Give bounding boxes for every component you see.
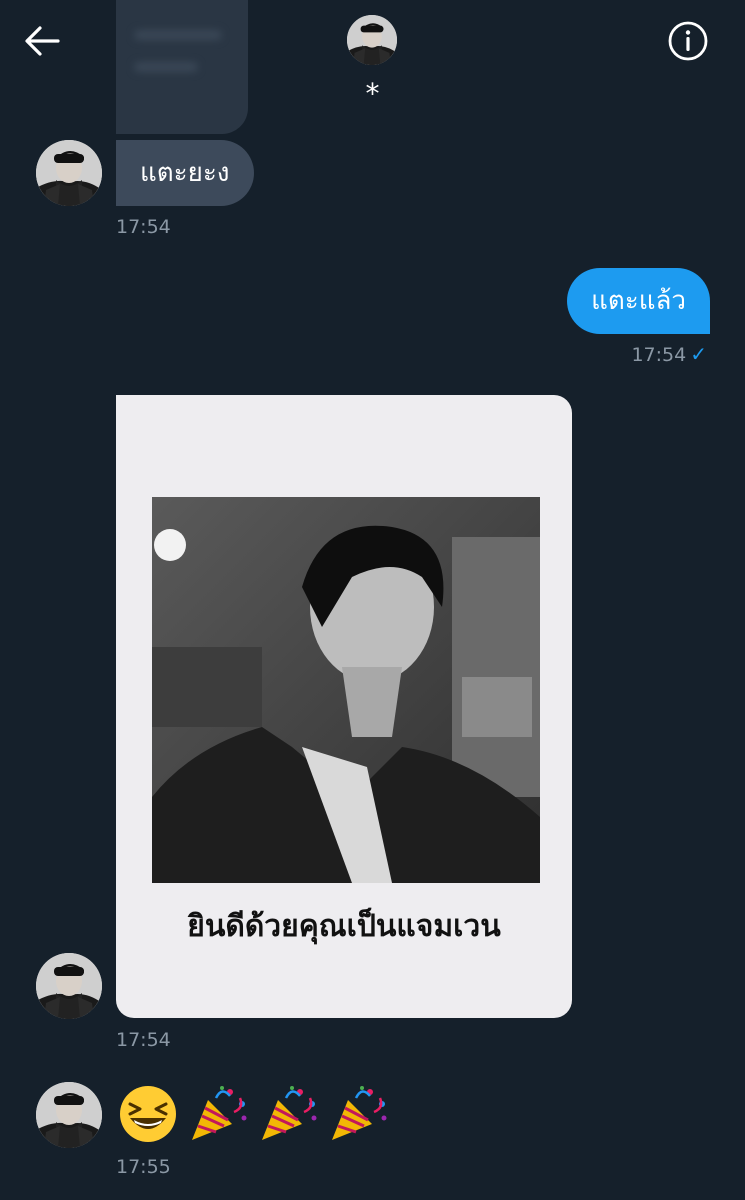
back-button[interactable] <box>22 22 62 60</box>
previous-message-bubble <box>116 0 248 134</box>
arrow-left-icon <box>25 26 60 56</box>
sender-avatar[interactable] <box>36 140 102 206</box>
message-timestamp: 17:54 <box>116 1029 171 1051</box>
sender-avatar[interactable] <box>36 953 102 1019</box>
header-avatar[interactable] <box>347 15 397 65</box>
image-caption: ยินดีด้วยคุณเป็นแจมเวน <box>187 909 501 944</box>
info-circle-icon <box>668 21 708 61</box>
outgoing-meta: 17:54 ✓ <box>631 343 707 366</box>
message-timestamp: 17:54 <box>631 344 687 366</box>
grinning-squinting-face-icon <box>120 1086 176 1142</box>
message-timestamp: 17:55 <box>116 1156 171 1178</box>
party-popper-icon <box>262 1086 317 1140</box>
info-button[interactable] <box>666 19 710 63</box>
sender-avatar[interactable] <box>36 1082 102 1148</box>
image-message[interactable]: ยินดีด้วยคุณเป็นแจมเวน <box>116 395 572 1018</box>
message-timestamp: 17:54 <box>116 216 171 238</box>
contact-name[interactable]: * <box>0 80 745 108</box>
incoming-message-bubble[interactable]: แตะยะง <box>116 140 254 206</box>
photo[interactable] <box>152 497 540 883</box>
outgoing-message-bubble[interactable]: แตะแล้ว <box>567 268 710 334</box>
sent-check-icon: ✓ <box>690 342 707 366</box>
party-popper-icon <box>332 1086 387 1140</box>
emoji-message[interactable] <box>116 1078 390 1150</box>
party-popper-icon <box>192 1086 247 1140</box>
